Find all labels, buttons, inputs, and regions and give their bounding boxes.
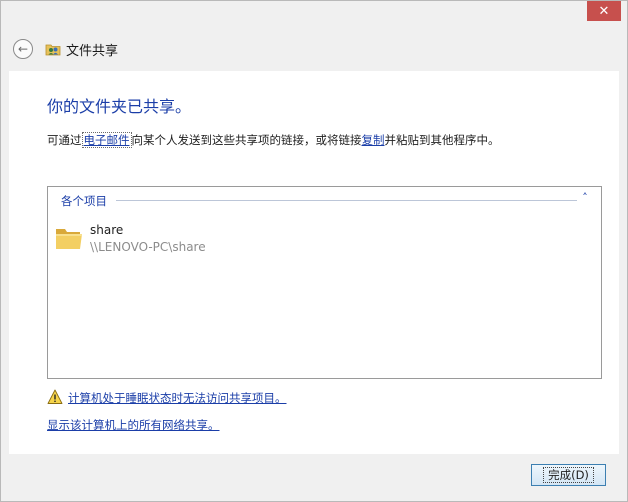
shared-items-list: 各个项目 ˄ share \\LENOVO-PC\share xyxy=(47,186,602,379)
warning-icon xyxy=(47,389,63,404)
page-title: 你的文件夹已共享。 xyxy=(47,97,192,116)
group-header[interactable]: 各个项目 ˄ xyxy=(48,187,601,211)
chevron-up-icon[interactable]: ˄ xyxy=(579,191,591,205)
back-button[interactable]: ← xyxy=(13,39,33,59)
description-text: 可通过 电子邮件 向某个人发送到这些共享项的链接，或将链接复制并粘贴到其他程序中。 xyxy=(47,132,500,148)
copy-link[interactable]: 复制 xyxy=(362,133,385,147)
file-sharing-window: ✕ ← 文件共享 你的文件夹已共享。 可通过 电子邮件 向某个人发送到这些共享项的链… xyxy=(0,0,628,502)
desc-suffix: 并粘贴到其他程序中。 xyxy=(384,133,500,147)
close-icon: ✕ xyxy=(598,3,610,19)
footer-bar: 完成(D) xyxy=(1,454,627,501)
done-button-label: 完成(D) xyxy=(543,467,594,483)
item-name: share xyxy=(90,223,124,237)
title-bar: ← 文件共享 xyxy=(1,25,627,71)
group-label: 各个项目 xyxy=(61,194,107,208)
desc-prefix: 可通过 xyxy=(47,133,82,147)
done-button[interactable]: 完成(D) xyxy=(531,464,606,486)
back-arrow-icon: ← xyxy=(17,42,29,56)
window-title: 文件共享 xyxy=(66,44,119,59)
content-panel: 你的文件夹已共享。 可通过 电子邮件 向某个人发送到这些共享项的链接，或将链接复制并… xyxy=(9,71,619,454)
folder-icon xyxy=(56,229,82,249)
group-divider xyxy=(116,200,577,201)
desc-middle: 向某个人发送到这些共享项的链接，或将链接 xyxy=(131,133,362,147)
show-all-shares-link[interactable]: 显示该计算机上的所有网络共享。 xyxy=(47,417,220,433)
item-path: \\LENOVO-PC\share xyxy=(90,240,206,254)
sleep-warning-link[interactable]: 计算机处于睡眠状态时无法访问共享项目。 xyxy=(68,390,287,406)
email-link[interactable]: 电子邮件 xyxy=(81,132,132,148)
file-sharing-icon xyxy=(45,44,61,56)
list-item[interactable]: share \\LENOVO-PC\share xyxy=(54,219,294,259)
close-button[interactable]: ✕ xyxy=(587,1,621,21)
